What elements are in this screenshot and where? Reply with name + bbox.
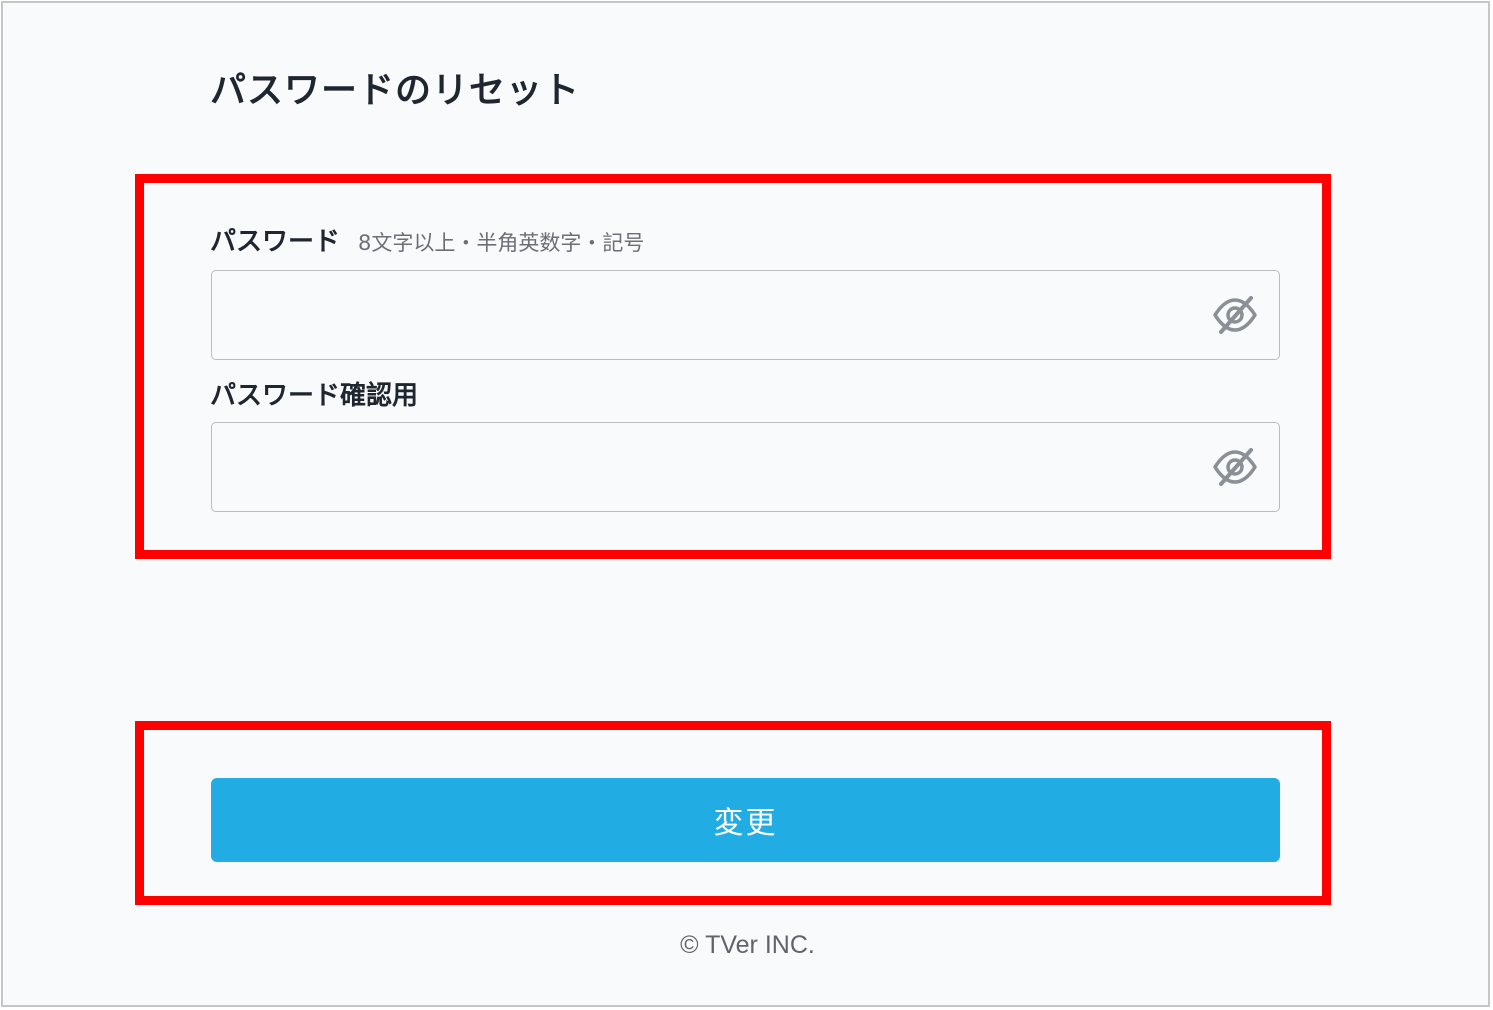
- password-field[interactable]: [211, 270, 1280, 360]
- eye-slash-icon[interactable]: [1211, 293, 1259, 337]
- password-input[interactable]: [212, 271, 1192, 359]
- password-hint: 8文字以上・半角英数字・記号: [358, 231, 645, 255]
- copyright-text: © TVer INC.: [680, 931, 815, 959]
- password-confirm-label-row: パスワード確認用: [210, 375, 418, 412]
- password-label: パスワード: [210, 227, 341, 257]
- eye-slash-icon[interactable]: [1211, 445, 1259, 489]
- password-confirm-input[interactable]: [212, 423, 1192, 511]
- change-button[interactable]: 変更: [211, 778, 1280, 862]
- page-title: パスワードのリセット: [210, 70, 581, 111]
- password-confirm-label: パスワード確認用: [210, 381, 419, 411]
- password-confirm-field[interactable]: [211, 422, 1280, 512]
- page-frame: パスワードのリセット パスワード 8文字以上・半角英数字・記号 パスワード確認用 …: [1, 1, 1490, 1007]
- password-label-row: パスワード 8文字以上・半角英数字・記号: [210, 221, 644, 258]
